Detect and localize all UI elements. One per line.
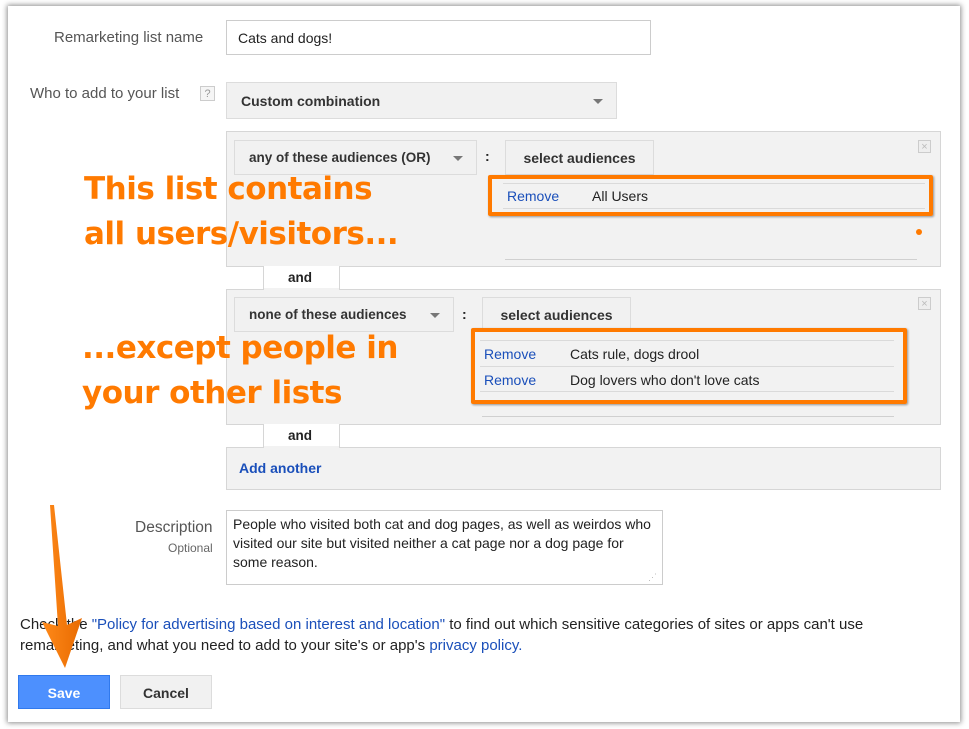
chevron-down-icon bbox=[593, 99, 603, 104]
group-2-separator: : bbox=[462, 306, 467, 322]
annotation-bottom-line-1: ...except people in bbox=[82, 330, 398, 366]
and-label-1: and bbox=[288, 270, 313, 285]
save-button[interactable]: Save bbox=[18, 675, 110, 709]
divider bbox=[226, 424, 264, 425]
add-another-panel bbox=[226, 447, 941, 490]
divider bbox=[482, 416, 894, 417]
who-to-add-value: Custom combination bbox=[241, 93, 381, 109]
annotation-bottom-line-2: your other lists bbox=[82, 375, 342, 411]
who-to-add-dropdown[interactable]: Custom combination bbox=[226, 82, 617, 119]
description-sublabel: Optional bbox=[168, 541, 213, 555]
group-2-select-audiences-button[interactable]: select audiences bbox=[482, 297, 631, 332]
annotation-top-line-2: all users/visitors... bbox=[84, 216, 399, 252]
annotation-bottom: ...except people in your other lists bbox=[82, 326, 398, 416]
group-1-select-audiences-button[interactable]: select audiences bbox=[505, 140, 654, 175]
description-textarea[interactable]: People who visited both cat and dog page… bbox=[226, 510, 663, 585]
divider bbox=[226, 266, 264, 267]
divider bbox=[505, 259, 917, 260]
group-1-operator: any of these audiences (OR) bbox=[249, 150, 431, 165]
privacy-policy-link[interactable]: privacy policy bbox=[429, 637, 518, 654]
annotation-top: This list contains all users/visitors... bbox=[84, 167, 399, 257]
description-label: Description bbox=[135, 519, 213, 536]
annotation-highlight-box bbox=[471, 328, 907, 404]
annotation-dot bbox=[916, 229, 922, 235]
group-1-separator: : bbox=[485, 148, 490, 164]
arrow-down-icon bbox=[42, 505, 82, 668]
divider bbox=[339, 424, 941, 425]
list-name-input[interactable]: Cats and dogs! bbox=[226, 20, 651, 55]
policy-link[interactable]: "Policy for advertising based on interes… bbox=[92, 616, 445, 633]
tab-join bbox=[264, 288, 339, 290]
list-name-label: Remarketing list name bbox=[54, 29, 204, 46]
chevron-down-icon bbox=[453, 156, 463, 161]
who-to-add-label: Who to add to your list bbox=[30, 85, 180, 102]
close-icon[interactable]: × bbox=[918, 140, 931, 153]
tab-join bbox=[264, 446, 339, 448]
add-another-link[interactable]: Add another bbox=[239, 460, 321, 476]
resize-handle-icon[interactable]: ⋰ bbox=[648, 572, 657, 583]
annotation-highlight-box bbox=[488, 175, 933, 216]
cancel-button[interactable]: Cancel bbox=[120, 675, 212, 709]
divider bbox=[339, 266, 941, 267]
chevron-down-icon bbox=[430, 313, 440, 318]
policy-suffix: . bbox=[518, 637, 523, 654]
close-icon[interactable]: × bbox=[918, 297, 931, 310]
annotation-top-line-1: This list contains bbox=[84, 171, 373, 207]
help-icon[interactable]: ? bbox=[200, 86, 215, 101]
group-2-operator: none of these audiences bbox=[249, 307, 407, 322]
and-label-2: and bbox=[288, 428, 313, 443]
policy-text: Check the "Policy for advertising based … bbox=[20, 614, 890, 656]
